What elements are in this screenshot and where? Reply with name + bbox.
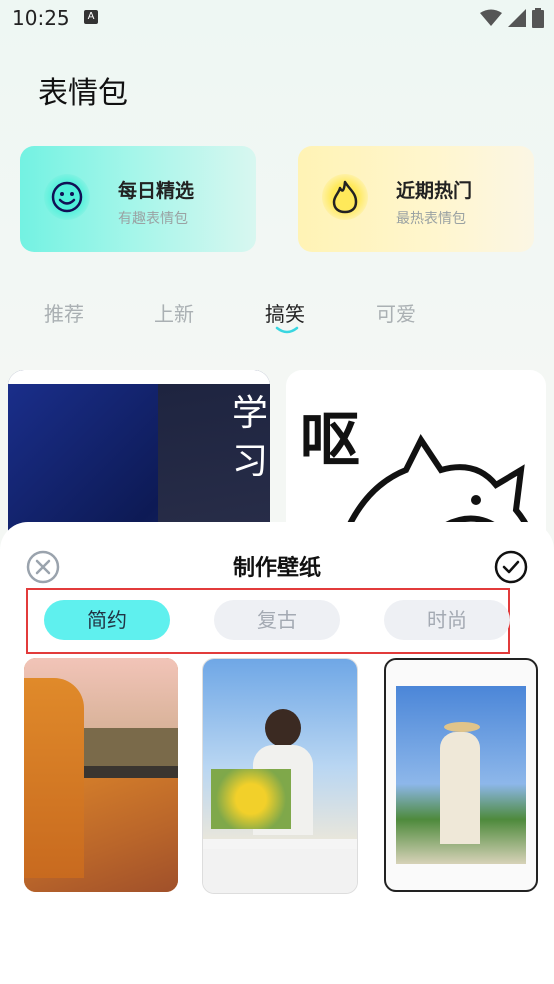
signal-icon bbox=[508, 9, 526, 27]
status-icons bbox=[480, 8, 544, 28]
style-option-retro[interactable]: 复古 bbox=[214, 600, 340, 640]
tile-top-strip bbox=[8, 370, 270, 384]
tile-caption-1: 学 bbox=[232, 393, 269, 434]
thumb-dress bbox=[440, 732, 480, 844]
confirm-check-icon[interactable] bbox=[494, 550, 528, 584]
thumb-head bbox=[265, 709, 301, 747]
tab-cute[interactable]: 可爱 bbox=[376, 298, 416, 327]
battery-icon bbox=[532, 8, 544, 28]
smile-icon bbox=[44, 174, 90, 220]
wifi-icon bbox=[480, 9, 502, 26]
style-option-simple[interactable]: 简约 bbox=[44, 600, 170, 640]
tab-funny[interactable]: 搞笑 bbox=[265, 298, 305, 327]
thumb-hat bbox=[444, 722, 480, 732]
thumb-caption-area bbox=[203, 849, 357, 893]
tab-new[interactable]: 上新 bbox=[154, 298, 194, 327]
card-subtitle: 最热表情包 bbox=[396, 211, 466, 227]
tile-caption-2: 习 bbox=[232, 441, 269, 482]
card-title: 近期热门 bbox=[396, 180, 473, 202]
flame-icon bbox=[322, 174, 368, 220]
style-option-fashion[interactable]: 时尚 bbox=[384, 600, 510, 640]
make-wallpaper-sheet: 制作壁纸 简约 复古 时尚 bbox=[0, 522, 554, 984]
card-subtitle: 有趣表情包 bbox=[118, 211, 188, 227]
tab-recommend[interactable]: 推荐 bbox=[44, 298, 84, 327]
thumb-person bbox=[24, 678, 84, 878]
wallpaper-thumb-3[interactable] bbox=[384, 658, 538, 892]
sheet-title: 制作壁纸 bbox=[232, 556, 321, 581]
wallpaper-thumb-2[interactable] bbox=[202, 658, 358, 894]
card-title: 每日精选 bbox=[118, 180, 195, 202]
active-tab-indicator bbox=[275, 326, 299, 334]
thumb-flowers bbox=[211, 769, 291, 829]
notification-icon: A bbox=[84, 10, 98, 24]
daily-picks-card[interactable]: 每日精选 有趣表情包 bbox=[20, 146, 256, 252]
recent-hot-card[interactable]: 近期热门 最热表情包 bbox=[298, 146, 534, 252]
status-time: 10:25 bbox=[12, 6, 70, 30]
style-selector: 简约 复古 时尚 bbox=[26, 588, 510, 654]
page-title: 表情包 bbox=[38, 76, 128, 111]
wallpaper-thumb-1[interactable] bbox=[24, 658, 178, 892]
